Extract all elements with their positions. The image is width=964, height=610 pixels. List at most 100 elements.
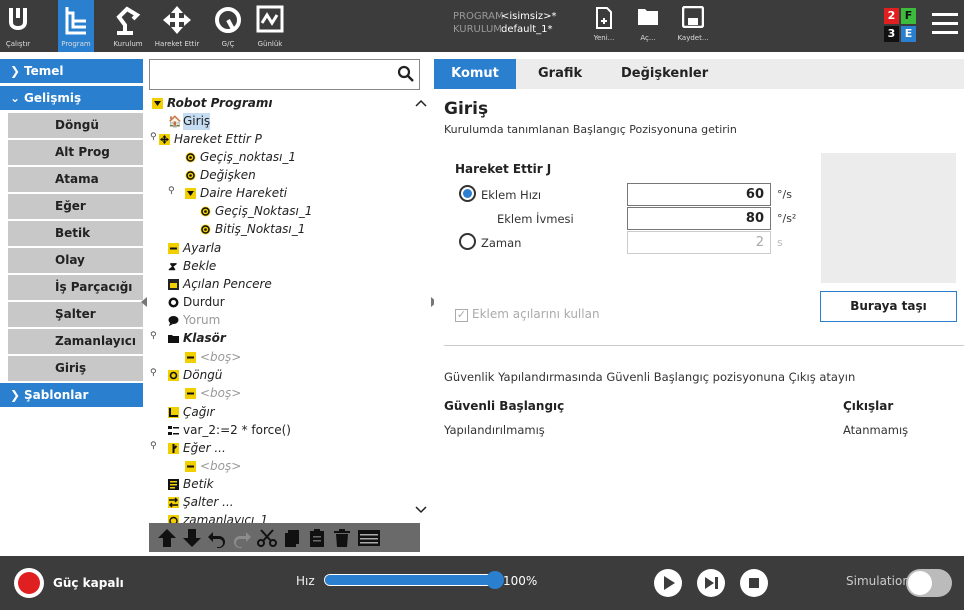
nav-item-switch[interactable]: Şalter [8,302,143,327]
suppress-icon[interactable] [357,528,381,548]
nav-item-event[interactable]: Olay [8,248,143,273]
checkbox-checked-icon: ✓ [455,308,468,322]
tree-node-empty-1[interactable]: <boş> [185,349,241,366]
cut-icon[interactable] [257,528,277,548]
nav-advanced[interactable]: ⌄ Gelişmiş [0,86,143,110]
use-joint-angles-checkbox[interactable]: ✓ Eklem açılarını kullan [455,307,600,322]
nav-run[interactable]: Çalıştır [0,0,36,52]
installation-name: default_1* [501,24,553,35]
undo-icon[interactable] [207,528,227,548]
tree-node-loop[interactable]: Döngü [168,367,222,384]
nav-move[interactable]: Hareket Ettir [148,0,206,52]
tree-node-folder[interactable]: Klasör [168,330,226,347]
play-icon [664,576,675,590]
tree-node-via-point[interactable]: Geçiş_Noktası_1 [200,203,312,220]
tree-toolbar [149,523,420,552]
move-down-icon[interactable] [182,528,202,548]
stop-button[interactable] [740,569,768,597]
nav-item-home[interactable]: Giriş [8,356,143,381]
program-tree: Robot Programı 🏠 Giriş ⚲ Hareket Ettir P … [149,93,430,523]
nav-item-script[interactable]: Betik [8,221,143,246]
nav-item-subprog[interactable]: Alt Prog [8,140,143,165]
set-icon [185,461,196,472]
chevron-down-icon: ⌄ [10,91,21,105]
tab-graphics[interactable]: Grafik [538,59,582,89]
speed-slider-fill [325,575,495,585]
waypoint-icon [185,170,196,181]
tree-node-assignment[interactable]: var_2:=2 * force() [168,422,291,439]
tree-node-popup[interactable]: Açılan Pencere [168,276,272,293]
speed-slider[interactable] [324,571,504,589]
nav-item-thread[interactable]: İş Parçacığı [8,275,143,300]
nav-log[interactable]: Günlük [250,0,290,52]
nav-templates[interactable]: ❯ Şablonlar [0,383,143,407]
tab-variables[interactable]: Değişkenler [621,59,708,89]
nav-io-label: G/Ç [221,40,235,48]
tree-node-root[interactable]: Robot Programı [152,95,272,112]
simulation-toggle[interactable] [906,569,952,597]
pin-icon: ⚲ [168,186,175,196]
nav-item-if[interactable]: Eğer [8,194,143,219]
nav-basic[interactable]: ❯ Temel [0,59,143,83]
redo-icon[interactable] [232,528,252,548]
speed-value: 100% [503,574,538,588]
tree-node-empty-3[interactable]: <boş> [185,458,241,475]
tree-node-end-point[interactable]: Bitiş_Noktası_1 [200,221,305,238]
installation-key: KURULUM [453,24,502,35]
play-button[interactable] [654,569,682,597]
joint-speed-radio[interactable] [459,185,476,202]
tree-node-halt[interactable]: Durdur [168,294,225,311]
tree-node-call[interactable]: Çağır [168,404,215,421]
paste-icon[interactable] [307,528,327,548]
tree-node-set[interactable]: Ayarla [168,240,221,257]
time-input[interactable]: 2 [627,231,771,254]
tree-node-circle-move[interactable]: Daire Hareketi [185,185,287,202]
tree-node-empty-2[interactable]: <boş> [185,385,241,402]
nav-io[interactable]: G/Ç [208,0,248,52]
tree-node-script[interactable]: Betik [168,476,214,493]
tree-node-waypoint-1[interactable]: Geçiş_noktası_1 [185,149,296,166]
nav-item-assign[interactable]: Atama [8,167,143,192]
tree-node-if[interactable]: Eğer ... [168,440,226,457]
nav-item-timer[interactable]: Zamanlayıcı [8,329,143,354]
copy-icon[interactable] [282,528,302,548]
nav-run-label: Çalıştır [5,40,31,48]
speed-slider-handle[interactable] [486,571,504,589]
new-file-button[interactable]: Yeni... [586,0,622,52]
search-input[interactable] [150,60,390,89]
delete-icon[interactable] [332,528,352,548]
joint-speed-input[interactable]: 60 [627,183,771,206]
new-file-icon [596,7,612,29]
tab-command[interactable]: Komut [434,59,516,89]
tree-node-variable[interactable]: Değişken [185,167,256,184]
open-file-button[interactable]: Aç... [630,0,666,52]
nav-program[interactable]: Program [58,0,94,52]
loop-icon [168,370,179,381]
move-here-button[interactable]: Buraya taşı [820,291,957,322]
joint-accel-input[interactable]: 80 [627,207,771,230]
scroll-up-icon[interactable] [415,99,427,107]
tree-scrollbar[interactable] [412,93,430,523]
tree-node-wait[interactable]: ⧗ Bekle [168,258,216,275]
tree-node-movep[interactable]: Hareket Ettir P [159,131,262,148]
switch-arrows-icon [168,497,179,508]
nav-installation[interactable]: Kurulum [108,0,148,52]
header-bar: Çalıştır Program Kurulum Hareket Ettir G… [0,0,964,52]
tree-node-timer[interactable]: zamanlayıcı_1 [168,512,268,523]
scroll-down-icon[interactable] [415,506,427,514]
tree-node-home[interactable]: 🏠 Giriş [168,113,211,130]
power-button[interactable] [14,568,44,598]
search-icon[interactable] [397,65,415,83]
timer-icon [168,515,179,523]
time-radio[interactable] [459,233,476,250]
tree-node-comment[interactable]: Yorum [168,312,220,329]
hamburger-menu-icon[interactable] [932,13,958,35]
collapse-left-handle-icon[interactable] [141,297,147,307]
status-grid[interactable]: 2 F 3 E [884,8,916,42]
move-up-icon[interactable] [157,528,177,548]
nav-item-loop[interactable]: Döngü [8,113,143,138]
save-file-button[interactable]: Kaydet... [672,0,714,52]
program-key: PROGRAM [453,11,504,22]
tree-node-switch[interactable]: Şalter ... [168,494,234,511]
step-button[interactable] [697,569,725,597]
